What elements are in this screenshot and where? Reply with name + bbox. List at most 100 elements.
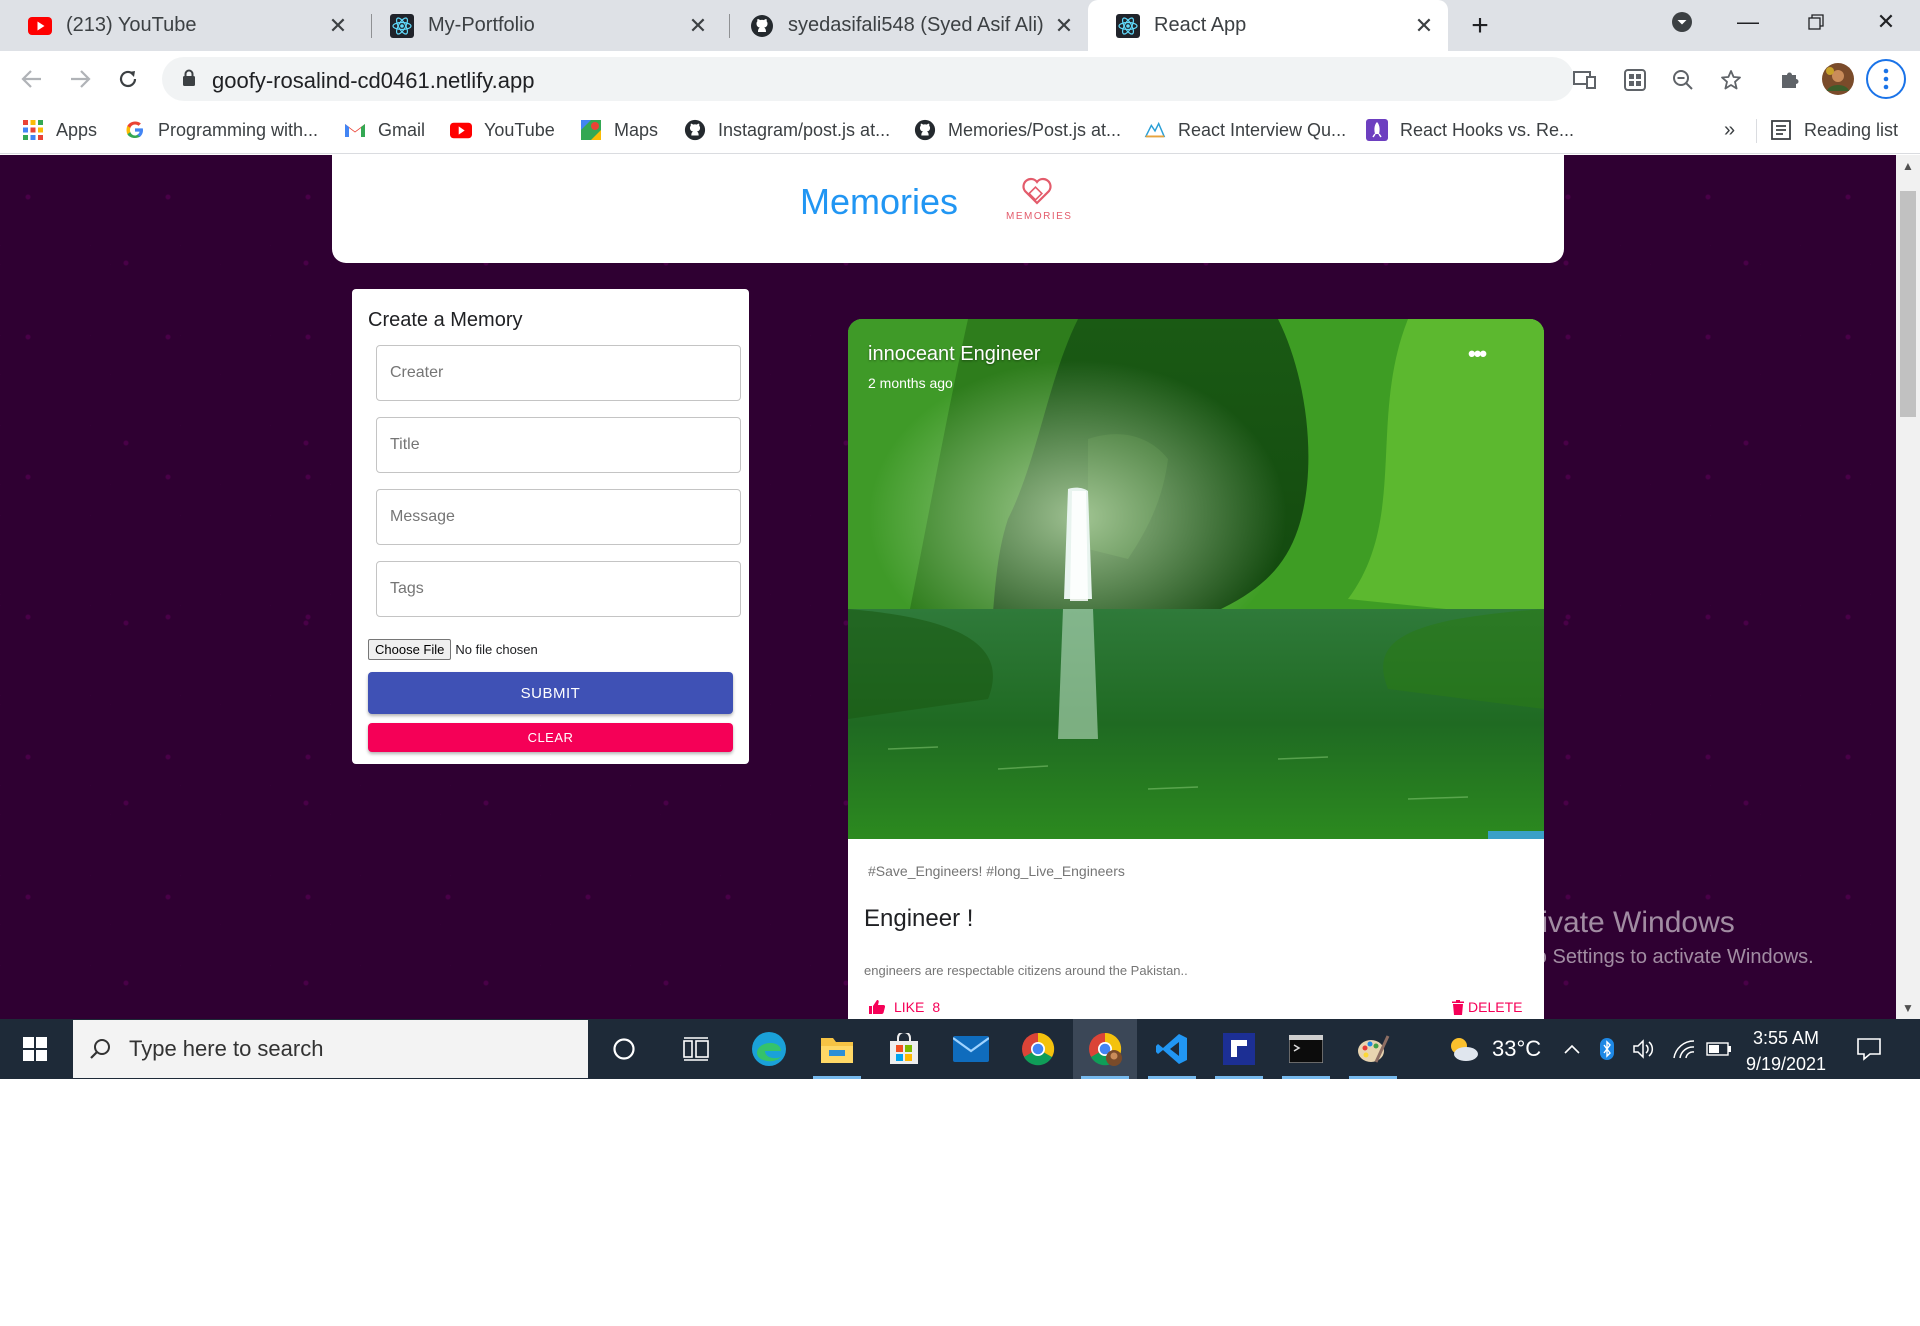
wifi-icon (1673, 1040, 1695, 1059)
reload-button[interactable] (108, 59, 148, 99)
store-app[interactable] (872, 1019, 936, 1079)
network-button[interactable] (1672, 1019, 1696, 1079)
bookmark-label: React Interview Qu... (1178, 119, 1347, 140)
tab-strip: (213) YouTube ✕ My-Portfolio ✕ syedasifa… (0, 0, 1920, 51)
message-input[interactable] (376, 489, 741, 545)
restore-button[interactable] (1786, 0, 1846, 44)
mail-icon (953, 1036, 989, 1062)
edge-icon (752, 1032, 786, 1066)
bookmark-programming[interactable]: Programming with... (124, 115, 318, 145)
page-viewport: Memories MEMORIES Create a Memory Choose… (0, 155, 1896, 1019)
bookmark-instagram-post[interactable]: Instagram/post.js at... (684, 115, 890, 145)
close-icon[interactable]: ✕ (684, 12, 712, 40)
bookmark-apps[interactable]: Apps (22, 115, 97, 145)
notification-icon (1857, 1038, 1881, 1061)
bookmarks-overflow-button[interactable]: » (1724, 115, 1735, 145)
tab-title: My-Portfolio (428, 14, 535, 36)
bookmark-gmail[interactable]: Gmail (344, 115, 425, 145)
scroll-thumb[interactable] (1900, 191, 1916, 417)
tab-portfolio[interactable]: My-Portfolio ✕ (362, 0, 722, 51)
profile-button[interactable] (1818, 59, 1858, 99)
bookmark-maps[interactable]: Maps (580, 115, 658, 145)
pycharm-app[interactable] (1207, 1019, 1271, 1079)
taskbar-search[interactable]: Type here to search (73, 1020, 588, 1078)
tab-github[interactable]: syedasifali548 (Syed Asif Ali) ✕ (722, 0, 1088, 51)
chrome-profile-app[interactable] (1073, 1019, 1137, 1079)
address-bar[interactable]: goofy-rosalind-cd0461.netlify.app (162, 57, 1741, 101)
terminal-app[interactable] (1274, 1019, 1338, 1079)
bookmark-label: Programming with... (158, 119, 319, 140)
install-app-icon[interactable] (1572, 67, 1598, 93)
reading-list-button[interactable]: Reading list (1770, 115, 1898, 145)
app-icon (1223, 1033, 1255, 1065)
qr-code-icon[interactable] (1622, 67, 1648, 93)
vscode-app[interactable] (1140, 1019, 1204, 1079)
minimize-button[interactable]: — (1718, 0, 1778, 44)
github-icon (684, 119, 706, 141)
clear-button[interactable]: CLEAR (368, 723, 733, 752)
scroll-down-icon[interactable]: ▼ (1896, 997, 1920, 1019)
bookmark-label: Memories/Post.js at... (948, 119, 1122, 140)
tab-title: (213) YouTube (66, 14, 197, 36)
forward-button[interactable] (60, 59, 100, 99)
tags-input[interactable] (376, 561, 741, 617)
post-title: Engineer ! (864, 905, 974, 932)
more-horizontal-icon[interactable]: ••• (1468, 341, 1487, 367)
choose-file-button[interactable]: Choose File (368, 639, 452, 660)
file-explorer-app[interactable] (805, 1019, 869, 1079)
close-icon[interactable]: ✕ (324, 12, 352, 40)
bookmark-memories-post[interactable]: Memories/Post.js at... (914, 115, 1121, 145)
start-button[interactable] (3, 1019, 67, 1079)
tab-react-app[interactable]: React App ✕ (1088, 0, 1448, 51)
tab-title: React App (1154, 14, 1247, 36)
page-scrollbar[interactable]: ▲ ▼ (1896, 155, 1920, 1019)
zoom-icon[interactable] (1670, 67, 1696, 93)
close-icon[interactable]: ✕ (1050, 12, 1078, 40)
windows-logo-icon (23, 1037, 47, 1061)
restore-icon (1808, 14, 1824, 30)
creator-input[interactable] (376, 345, 741, 401)
divider (1756, 119, 1757, 143)
search-icon (90, 1039, 110, 1059)
submit-button[interactable]: SUBMIT (368, 672, 733, 714)
tab-youtube[interactable]: (213) YouTube ✕ (0, 0, 362, 51)
system-clock[interactable]: 3:55 AM 9/19/2021 (1736, 1025, 1836, 1077)
chrome-app[interactable] (1006, 1019, 1070, 1079)
back-button[interactable] (12, 59, 52, 99)
volume-button[interactable] (1632, 1019, 1656, 1079)
new-tab-button[interactable]: + (1450, 4, 1510, 48)
close-window-button[interactable]: ✕ (1856, 0, 1916, 44)
edge-app[interactable] (737, 1019, 801, 1079)
post-tags: #Save_Engineers! #long_Live_Engineers (868, 863, 1125, 879)
store-icon (890, 1033, 918, 1064)
notifications-button[interactable] (1856, 1019, 1882, 1079)
tab-title: syedasifali548 (Syed Asif Ali) (788, 14, 1044, 36)
chevron-up-icon (1564, 1044, 1580, 1054)
title-input[interactable] (376, 417, 741, 473)
bookmark-react-hooks[interactable]: React Hooks vs. Re... (1366, 115, 1574, 145)
scroll-up-icon[interactable]: ▲ (1896, 155, 1920, 177)
bookmark-label: YouTube (484, 119, 555, 140)
url-text: goofy-rosalind-cd0461.netlify.app (212, 68, 535, 93)
paint-app[interactable] (1341, 1019, 1405, 1079)
show-hidden-icons-button[interactable] (1564, 1019, 1580, 1079)
post-time: 2 months ago (868, 375, 953, 391)
speaker-icon (1633, 1039, 1654, 1059)
battery-button[interactable] (1706, 1019, 1732, 1079)
extensions-button[interactable] (1770, 59, 1810, 99)
mail-app[interactable] (939, 1019, 1003, 1079)
bookmark-youtube[interactable]: YouTube (450, 115, 555, 145)
bookmark-react-interview[interactable]: React Interview Qu... (1144, 115, 1346, 145)
star-icon[interactable] (1718, 67, 1744, 93)
menu-button[interactable] (1866, 59, 1906, 99)
close-icon[interactable]: ✕ (1410, 12, 1438, 40)
bookmarks-bar: Apps Programming with... Gmail YouTube M… (0, 107, 1920, 154)
cortana-button[interactable] (592, 1019, 656, 1079)
bluetooth-button[interactable] (1600, 1019, 1614, 1079)
task-view-button[interactable] (664, 1019, 728, 1079)
tab-search-button[interactable] (1652, 0, 1712, 44)
like-button[interactable]: LIKE 8 (868, 999, 940, 1015)
weather-widget[interactable]: 33°C (1446, 1019, 1541, 1079)
apps-grid-icon (22, 119, 44, 141)
delete-button[interactable]: DELETE (1452, 999, 1522, 1015)
